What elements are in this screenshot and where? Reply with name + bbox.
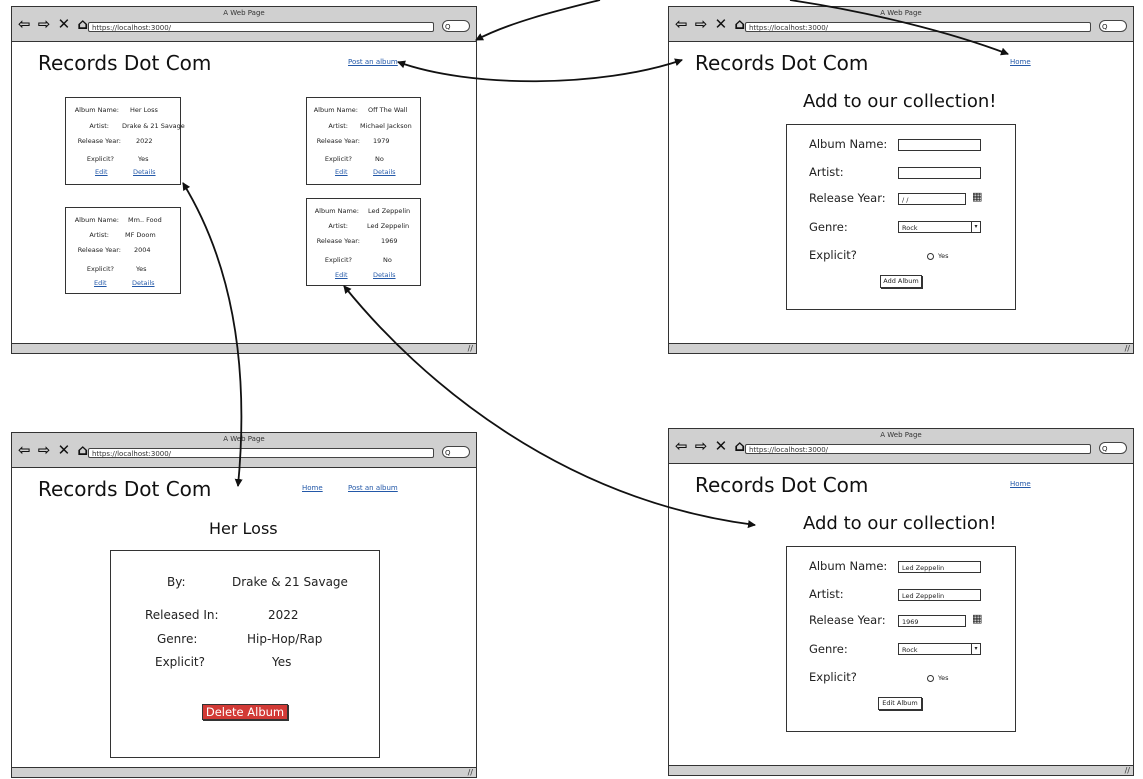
arrow-details-link-to-details-page [182, 182, 243, 487]
flow-arrows [182, 0, 1009, 529]
arrow-to-home-window [475, 0, 601, 41]
arrow-edit-link-to-edit-page [343, 285, 756, 529]
arrow-to-home-link [789, 0, 1009, 56]
arrow-post-link-to-form [397, 58, 683, 83]
